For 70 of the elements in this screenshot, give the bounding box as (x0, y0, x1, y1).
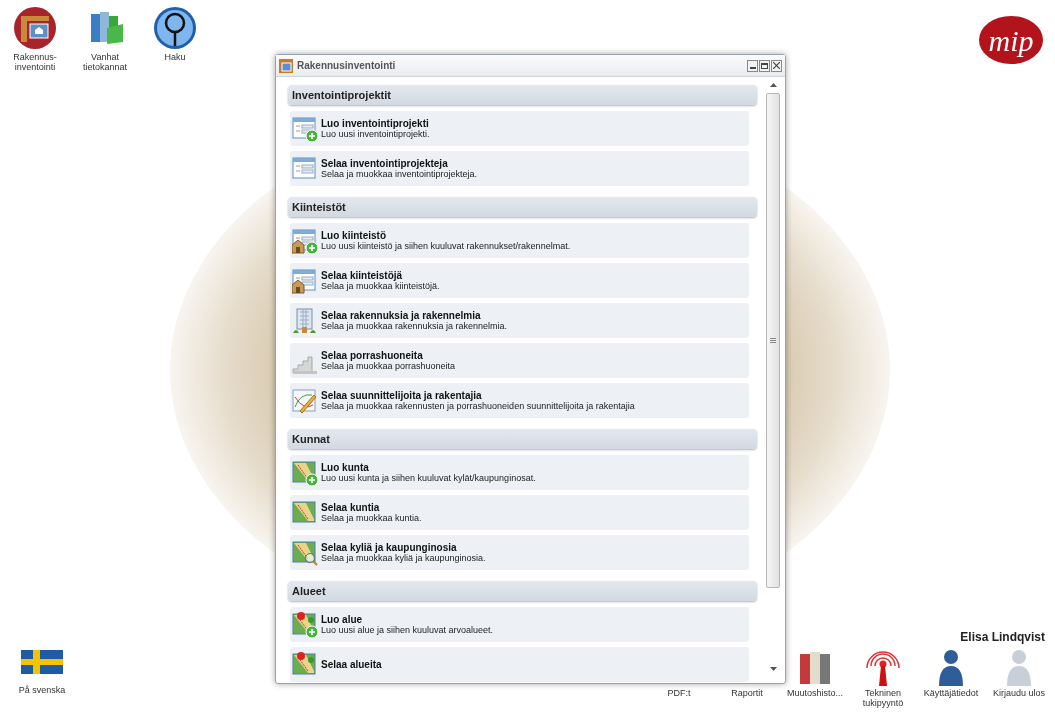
menu-item[interactable]: Selaa kyliä ja kaupunginosia Selaa ja muokkaa kyliä ja kaupunginosia. (290, 535, 749, 570)
menu-item[interactable]: Luo inventointiprojekti Luo uusi inventointiprojekti. (290, 111, 749, 146)
item-title: Selaa alueita (321, 659, 382, 670)
item-description: Luo uusi alue ja siihen kuuluvat arvoalueet. (321, 624, 494, 636)
dock-button[interactable]: Muutoshisto... (781, 646, 849, 708)
item-title: Luo inventointiprojekti (321, 117, 430, 129)
maximize-button[interactable] (759, 59, 770, 72)
user-name: Elisa Lindqvist (960, 629, 1045, 646)
item-description: Luo uusi kiinteistö ja siihen kuuluvat rakennukset/rakennelmat. (321, 240, 571, 252)
item-description: Selaa ja muokkaa kyliä ja kaupunginosia. (321, 552, 486, 564)
menu-item[interactable]: Luo kiinteistö Luo uusi kiinteistö ja siihen kuuluvat rakennukset/rakennelmat. (290, 223, 749, 258)
map-pin-icon (292, 651, 318, 678)
item-title: Selaa kuntia (321, 501, 381, 513)
item-title: Selaa porrashuoneita (321, 349, 424, 361)
menu-item[interactable]: Luo alue Luo uusi alue ja siihen kuuluvat arvoalueet. (290, 607, 749, 642)
item-title: Selaa rakennuksia ja rakennelmia (321, 309, 482, 321)
item-description: Selaa ja muokkaa rakennuksia ja rakennelmia. (321, 320, 508, 332)
form-house-icon (292, 267, 318, 294)
item-description: Selaa ja muokkaa rakennusten ja porrashuoneiden suunnittelijoita ja rakentajia (321, 400, 635, 412)
menu-item[interactable]: Selaa inventointiprojekteja Selaa ja muokkaa inventointiprojekteja. (290, 151, 749, 186)
menu-item[interactable]: Selaa rakennuksia ja rakennelmia Selaa ja muokkaa rakennuksia ja rakennelmia. (290, 303, 749, 338)
section-header: Kiinteistöt (288, 197, 757, 217)
item-title: Luo kunta (321, 461, 370, 473)
section-header: Kunnat (288, 429, 757, 449)
item-description: Selaa ja muokkaa kuntia. (321, 512, 422, 524)
dock-button[interactable]: Kirjaudu ulos (985, 646, 1053, 708)
menu-item[interactable]: Selaa porrashuoneita Selaa ja muokkaa porrashuoneita (290, 343, 749, 378)
menu-item[interactable]: Selaa suunnittelijoita ja rakentajia Selaa ja muokkaa rakennusten ja porrashuoneiden suunnittelijoita ja rakentajia (290, 383, 749, 418)
dock-button[interactable]: Käyttäjätiedot (917, 646, 985, 708)
map-icon (292, 499, 318, 526)
item-title: Selaa suunnittelijoita ja rakentajia (321, 389, 483, 401)
menu-item[interactable]: Luo kunta Luo uusi kunta ja siihen kuuluvat kylät/kaupunginosat. (290, 455, 749, 490)
window-title: Rakennusinventointi (297, 59, 397, 73)
map-magnifier-icon (292, 539, 318, 566)
framed-house-icon (13, 6, 57, 50)
item-title: Selaa kyliä ja kaupunginosia (321, 541, 458, 553)
close-button[interactable] (771, 59, 782, 72)
item-title: Luo kiinteistö (321, 229, 387, 241)
scrollbar-thumb[interactable] (766, 93, 780, 588)
item-description: Selaa ja muokkaa porrashuoneita (321, 360, 456, 372)
form-add-icon (292, 115, 318, 142)
item-title: Luo alue (321, 613, 364, 625)
grip-icon (770, 338, 776, 343)
building-icon (292, 307, 318, 334)
form-house-add-icon (292, 227, 318, 254)
menu-item[interactable]: Selaa kuntia Selaa ja muokkaa kuntia. (290, 495, 749, 530)
section-header: Inventointiprojektit (288, 85, 757, 105)
flag-icon (21, 650, 63, 674)
dock-button[interactable]: Tekninen tukipyyntö (849, 646, 917, 708)
scroll-up-icon (769, 83, 777, 87)
close-icon (773, 62, 780, 69)
menu-item[interactable]: Selaa alueita (290, 647, 749, 682)
menu-item[interactable]: Selaa kiinteistöjä Selaa ja muokkaa kiinteistöjä. (290, 263, 749, 298)
scroll-down-icon (769, 667, 777, 671)
item-description: Luo uusi kunta ja siihen kuuluvat kylät/kaupunginosat. (321, 472, 536, 484)
pencil-chart-icon (292, 387, 318, 414)
logo: mip (979, 16, 1043, 64)
item-title: Selaa inventointiprojekteja (321, 157, 449, 169)
item-title: Selaa kiinteistöjä (321, 269, 404, 281)
section-header: Alueet (288, 581, 757, 601)
minimize-button[interactable] (747, 59, 758, 72)
item-description: Selaa ja muokkaa kiinteistöjä. (321, 280, 440, 292)
item-description: Luo uusi inventointiprojekti. (321, 128, 430, 140)
map-add-icon (292, 459, 318, 486)
search-icon (153, 6, 197, 50)
item-description: Selaa ja muokkaa inventointiprojekteja. (321, 168, 478, 180)
form-icon (292, 155, 318, 182)
map-pin-add-icon (292, 611, 318, 638)
window-icon (279, 58, 293, 73)
language-button[interactable]: På svenska (14, 650, 70, 698)
